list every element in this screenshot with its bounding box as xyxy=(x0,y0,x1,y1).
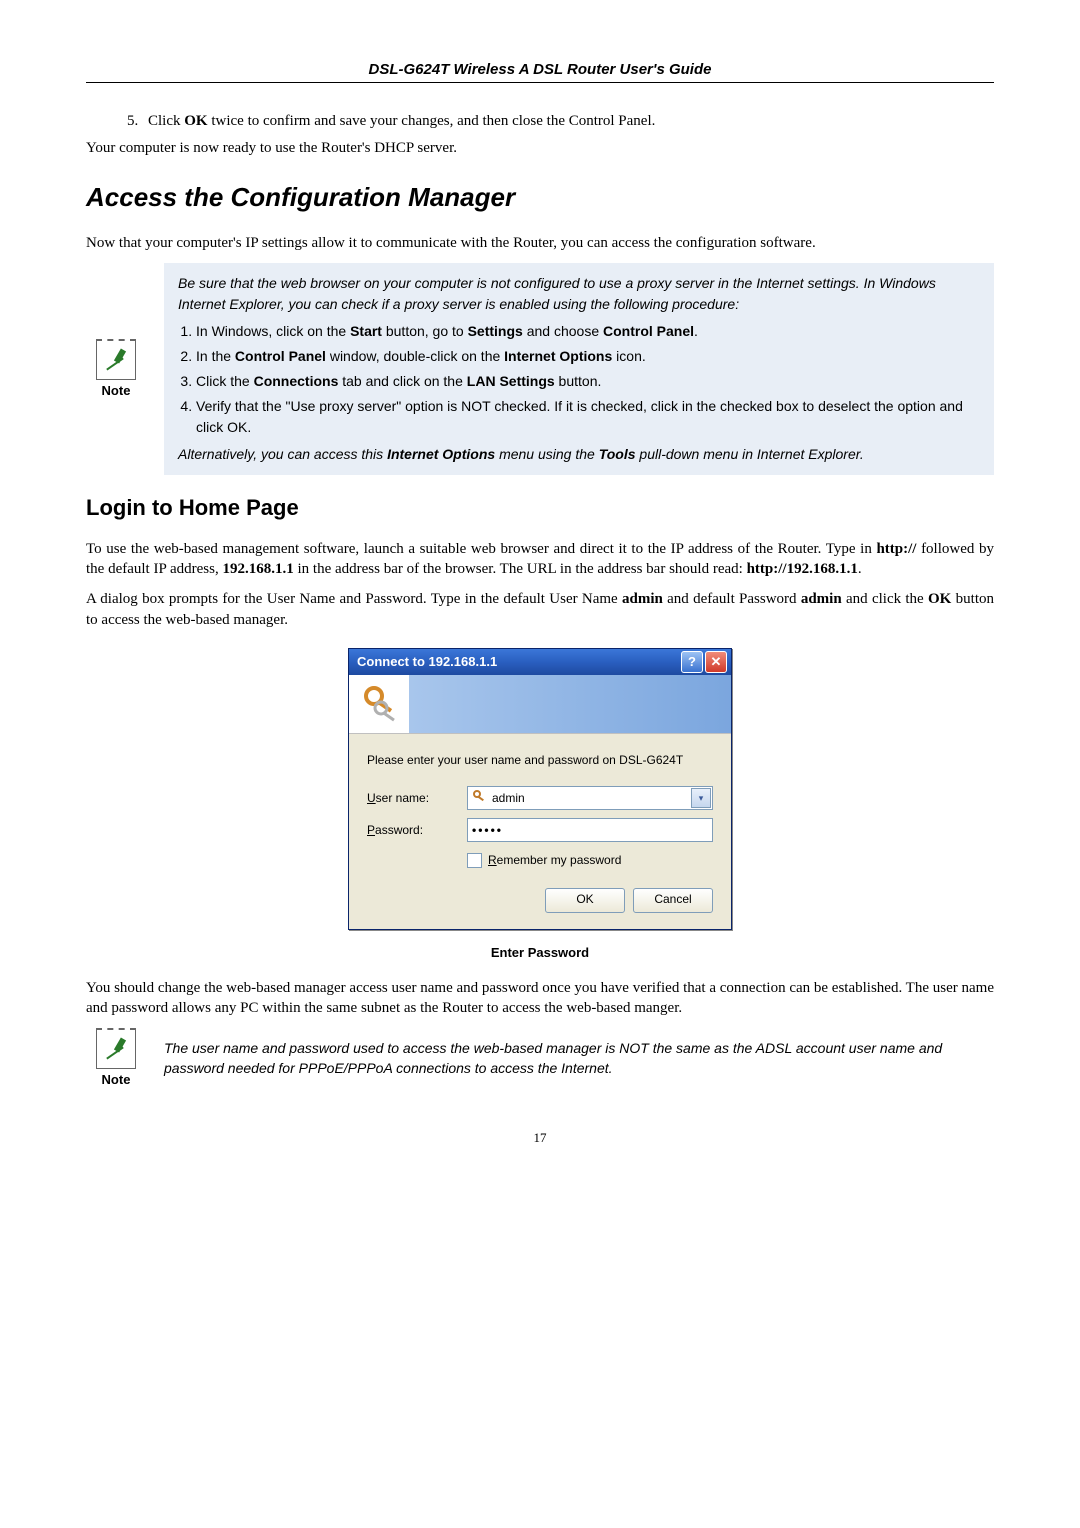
login-paragraph-1: To use the web-based management software… xyxy=(86,539,994,580)
note-caption: Note xyxy=(102,382,131,400)
heading-access-config: Access the Configuration Manager xyxy=(86,180,994,215)
username-row: User name: admin ▾ xyxy=(367,786,713,810)
note-icon-graphic-2 xyxy=(96,1028,136,1069)
note-step-3: Click the Connections tab and click on t… xyxy=(196,371,980,392)
note-step-2: In the Control Panel window, double-clic… xyxy=(196,346,980,367)
step-list: Click OK twice to confirm and save your … xyxy=(86,111,994,131)
step5-post: twice to confirm and save your changes, … xyxy=(208,113,656,129)
dialog-button-row: OK Cancel xyxy=(367,888,713,913)
note-icon-graphic xyxy=(96,339,136,380)
ok-button[interactable]: OK xyxy=(545,888,625,913)
heading-login: Login to Home Page xyxy=(86,493,994,523)
note-box-proxy: Note Be sure that the web browser on you… xyxy=(86,263,994,475)
note-step-4: Verify that the "Use proxy server" optio… xyxy=(196,396,980,438)
note-intro-italic: Be sure that the web browser on your com… xyxy=(178,273,980,315)
note-caption-2: Note xyxy=(102,1071,131,1089)
login-dialog: Connect to 192.168.1.1 ? ✕ Please enter … xyxy=(348,648,732,930)
user-key-icon xyxy=(472,789,488,807)
username-value: admin xyxy=(492,790,691,806)
step5-bold: OK xyxy=(184,113,207,129)
login-paragraph-2: A dialog box prompts for the User Name a… xyxy=(86,589,994,630)
header-rule xyxy=(86,82,994,83)
password-label: Password: xyxy=(367,822,467,838)
password-value: ••••• xyxy=(472,822,503,838)
username-label: User name: xyxy=(367,790,467,806)
close-button[interactable]: ✕ xyxy=(705,651,727,673)
intro-paragraph: Now that your computer's IP settings all… xyxy=(86,233,994,253)
change-password-paragraph: You should change the web-based manager … xyxy=(86,978,994,1019)
username-combobox[interactable]: admin ▾ xyxy=(467,786,713,810)
dialog-prompt: Please enter your user name and password… xyxy=(367,752,713,768)
after-step-text: Your computer is now ready to use the Ro… xyxy=(86,138,994,158)
keys-icon xyxy=(359,682,403,726)
password-field[interactable]: ••••• xyxy=(467,818,713,842)
dialog-body: Please enter your user name and password… xyxy=(349,734,731,929)
step-5: Click OK twice to confirm and save your … xyxy=(142,111,994,131)
note-steps: In Windows, click on the Start button, g… xyxy=(178,321,980,438)
note-step-1: In Windows, click on the Start button, g… xyxy=(196,321,980,342)
login-dialog-figure: Connect to 192.168.1.1 ? ✕ Please enter … xyxy=(86,648,994,930)
cancel-button[interactable]: Cancel xyxy=(633,888,713,913)
note-box-credentials: Note The user name and password used to … xyxy=(86,1028,994,1089)
remember-label: Remember my password xyxy=(488,852,621,868)
note-outro-italic: Alternatively, you can access this Inter… xyxy=(178,444,980,465)
chevron-down-icon[interactable]: ▾ xyxy=(691,788,711,808)
remember-checkbox[interactable] xyxy=(467,853,482,868)
note-content: Be sure that the web browser on your com… xyxy=(164,263,994,475)
help-button[interactable]: ? xyxy=(681,651,703,673)
password-row: Password: ••••• xyxy=(367,818,713,842)
note-icon: Note xyxy=(86,339,146,400)
page-number: 17 xyxy=(86,1129,994,1147)
running-header: DSL-G624T Wireless A DSL Router User's G… xyxy=(86,60,994,80)
remember-row: Remember my password xyxy=(467,852,713,868)
figure-caption: Enter Password xyxy=(86,944,994,962)
dialog-title: Connect to 192.168.1.1 xyxy=(357,653,679,671)
note-icon-2: Note xyxy=(86,1028,146,1089)
dialog-banner xyxy=(349,675,731,734)
note-credentials-text: The user name and password used to acces… xyxy=(164,1038,994,1079)
step5-pre: Click xyxy=(148,113,184,129)
dialog-titlebar[interactable]: Connect to 192.168.1.1 ? ✕ xyxy=(349,649,731,675)
